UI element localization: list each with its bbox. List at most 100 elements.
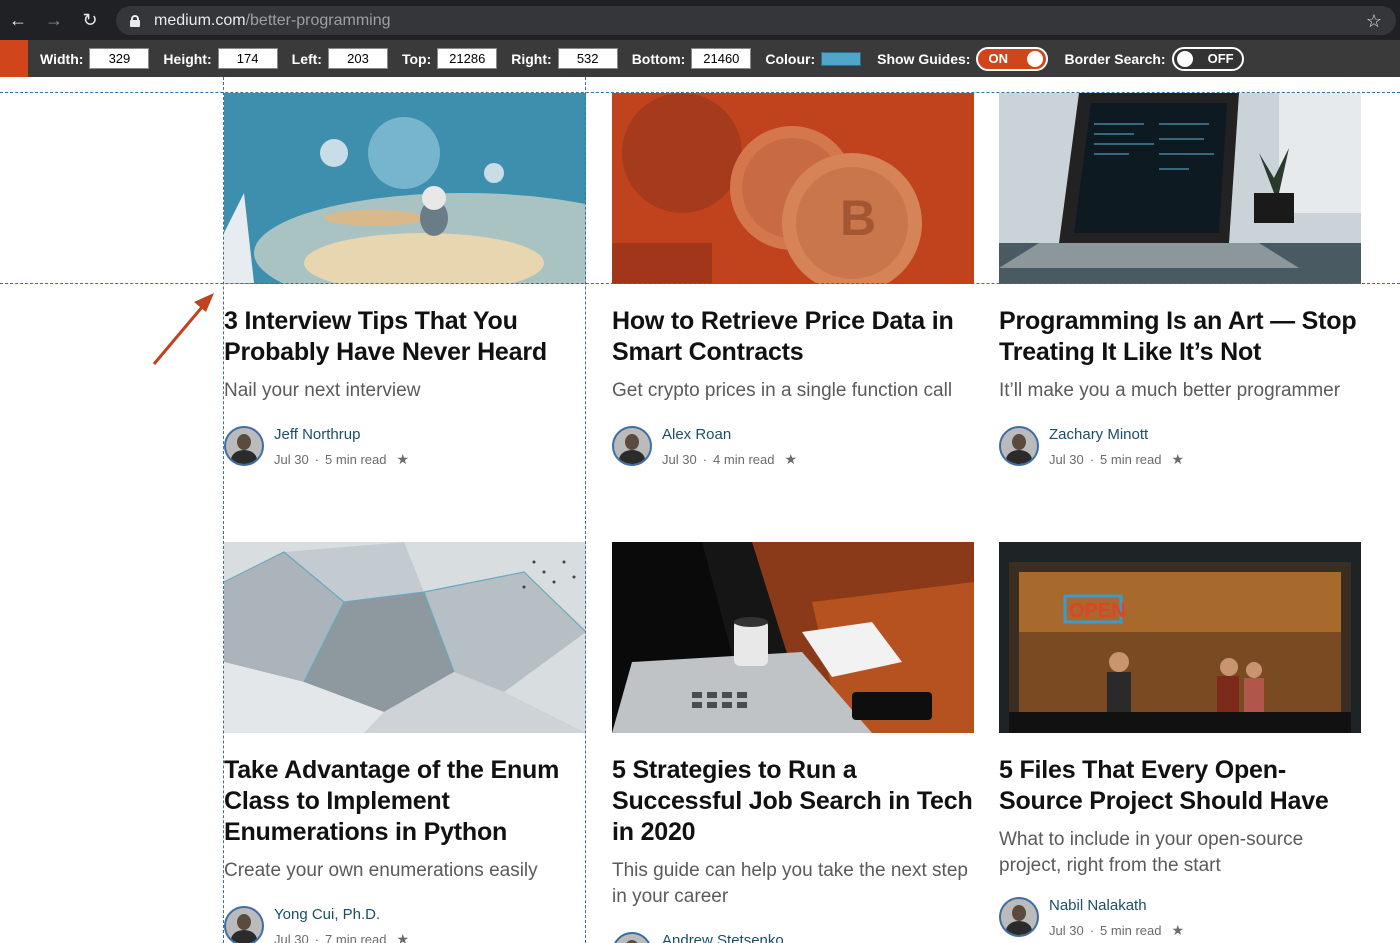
member-star-icon: ★ <box>396 451 410 467</box>
border-search-toggle-knob <box>1176 50 1193 67</box>
address-bar[interactable]: medium.com/better-programming ☆ <box>116 6 1396 35</box>
article-subtitle[interactable]: It’ll make you a much better programmer <box>999 378 1361 404</box>
author-block: Zachary Minott Jul 30 · 5 min read ★ <box>999 426 1361 468</box>
reload-icon[interactable]: ↻ <box>72 0 108 40</box>
article-date: Jul 30 <box>274 452 309 467</box>
extension-logo <box>0 40 28 77</box>
article-thumbnail[interactable] <box>224 542 586 733</box>
avatar[interactable] <box>612 426 652 466</box>
author-block: Yong Cui, Ph.D. Jul 30 · 7 min read ★ <box>224 906 586 943</box>
article-thumbnail[interactable] <box>999 93 1361 284</box>
height-label: Height: <box>163 50 212 67</box>
bottom-field[interactable]: 21460 <box>691 48 752 69</box>
article-card[interactable]: 5 Strategies to Run a Successful Job Sea… <box>612 542 974 943</box>
article-meta: Jul 30 · 7 min read ★ <box>274 931 409 943</box>
lock-icon <box>130 14 140 27</box>
meta-separator: · <box>1089 452 1095 467</box>
guide-left <box>223 77 224 943</box>
article-thumbnail[interactable] <box>224 93 586 284</box>
browser-chrome: ← → ↻ medium.com/better-programming ☆ <box>0 0 1400 40</box>
article-card[interactable]: OPEN 5 Files That Every Open-Source Proj… <box>999 542 1361 939</box>
article-card[interactable]: 3 Interview Tips That You Probably Have … <box>224 93 586 468</box>
article-title[interactable]: Take Advantage of the Enum Class to Impl… <box>224 755 586 848</box>
article-card[interactable]: Programming Is an Art — Stop Treating It… <box>999 93 1361 468</box>
author-name[interactable]: Yong Cui, Ph.D. <box>274 906 409 924</box>
article-subtitle[interactable]: What to include in your open-source proj… <box>999 827 1361 879</box>
avatar[interactable] <box>612 932 652 943</box>
star-icon[interactable]: ☆ <box>1366 11 1382 32</box>
article-title[interactable]: How to Retrieve Price Data in Smart Cont… <box>612 306 974 368</box>
article-card[interactable]: Take Advantage of the Enum Class to Impl… <box>224 542 586 943</box>
article-subtitle[interactable]: Get crypto prices in a single function c… <box>612 378 974 404</box>
border-search-toggle[interactable]: OFF <box>1171 46 1244 71</box>
author-block: Andrew Stetsenko <box>612 932 974 943</box>
article-thumbnail[interactable]: OPEN <box>999 542 1361 733</box>
author-block: Nabil Nalakath Jul 30 · 5 min read ★ <box>999 897 1361 939</box>
svg-text:OPEN: OPEN <box>1069 600 1126 622</box>
article-title[interactable]: 5 Files That Every Open-Source Project S… <box>999 755 1361 817</box>
author-name[interactable]: Jeff Northrup <box>274 426 409 444</box>
article-date: Jul 30 <box>274 932 309 943</box>
right-label: Right: <box>511 50 552 67</box>
left-field[interactable]: 203 <box>327 48 388 69</box>
author-name[interactable]: Alex Roan <box>662 426 797 444</box>
url-host: medium.com <box>154 11 246 29</box>
article-date: Jul 30 <box>662 452 697 467</box>
article-date: Jul 30 <box>1049 452 1084 467</box>
author-name[interactable]: Andrew Stetsenko <box>662 932 784 943</box>
guide-bottom <box>0 283 1400 284</box>
guides-toggle-knob <box>1027 50 1044 67</box>
width-label: Width: <box>40 50 84 67</box>
read-time: 5 min read <box>325 452 387 467</box>
avatar[interactable] <box>999 897 1039 937</box>
article-date: Jul 30 <box>1049 923 1084 938</box>
width-field[interactable]: 329 <box>89 48 150 69</box>
colour-swatch[interactable] <box>821 51 862 66</box>
avatar[interactable] <box>224 426 264 466</box>
article-thumbnail[interactable] <box>612 542 974 733</box>
meta-separator: · <box>314 452 320 467</box>
border-search-toggle-state: OFF <box>1207 51 1234 66</box>
member-star-icon: ★ <box>396 931 410 943</box>
article-title[interactable]: Programming Is an Art — Stop Treating It… <box>999 306 1361 368</box>
article-title[interactable]: 5 Strategies to Run a Successful Job Sea… <box>612 755 974 848</box>
border-search-label: Border Search: <box>1064 50 1166 67</box>
measure-toolbar: Width: 329 Height: 174 Left: 203 Top: 21… <box>0 40 1400 77</box>
guide-top <box>0 92 1400 93</box>
forward-arrow-icon[interactable]: → <box>36 0 72 40</box>
annotation-arrow-icon <box>152 293 214 365</box>
top-label: Top: <box>401 50 432 67</box>
article-subtitle[interactable]: Nail your next interview <box>224 378 586 404</box>
member-star-icon: ★ <box>1171 451 1185 467</box>
meta-separator: · <box>314 932 320 943</box>
author-name[interactable]: Nabil Nalakath <box>1049 897 1184 915</box>
author-block: Alex Roan Jul 30 · 4 min read ★ <box>612 426 974 468</box>
avatar[interactable] <box>999 426 1039 466</box>
guides-toggle-state: ON <box>988 51 1008 66</box>
article-meta: Jul 30 · 5 min read ★ <box>1049 922 1184 939</box>
article-meta: Jul 30 · 5 min read ★ <box>274 451 409 468</box>
article-subtitle[interactable]: This guide can help you take the next st… <box>612 858 974 910</box>
bottom-label: Bottom: <box>631 50 686 67</box>
read-time: 4 min read <box>713 452 775 467</box>
url-path: /better-programming <box>245 11 391 29</box>
guides-toggle[interactable]: ON <box>976 46 1049 71</box>
top-field[interactable]: 21286 <box>437 48 498 69</box>
right-field[interactable]: 532 <box>557 48 618 69</box>
article-subtitle[interactable]: Create your own enumerations easily <box>224 858 586 884</box>
svg-text:B: B <box>840 190 876 246</box>
meta-separator: · <box>702 452 708 467</box>
article-meta: Jul 30 · 4 min read ★ <box>662 451 797 468</box>
guides-label: Show Guides: <box>877 50 971 67</box>
read-time: 7 min read <box>325 932 387 943</box>
avatar[interactable] <box>224 906 264 943</box>
author-name[interactable]: Zachary Minott <box>1049 426 1184 444</box>
article-card[interactable]: B How to Retrieve Price Data in Smart Co… <box>612 93 974 468</box>
member-star-icon: ★ <box>1171 922 1185 938</box>
article-title[interactable]: 3 Interview Tips That You Probably Have … <box>224 306 586 368</box>
back-arrow-icon[interactable]: ← <box>0 0 36 40</box>
left-label: Left: <box>291 50 322 67</box>
article-meta: Jul 30 · 5 min read ★ <box>1049 451 1184 468</box>
article-thumbnail[interactable]: B <box>612 93 974 284</box>
height-field[interactable]: 174 <box>217 48 278 69</box>
